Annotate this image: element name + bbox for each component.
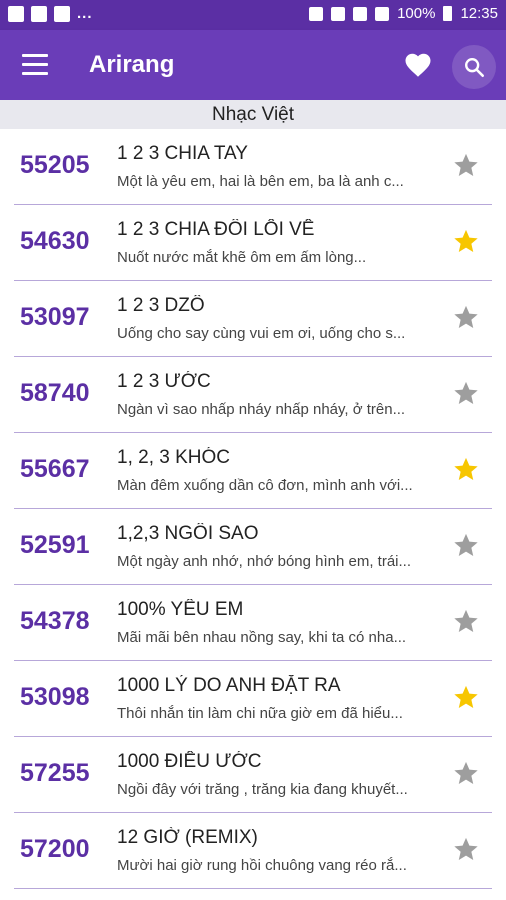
song-lyric-preview: Thôi nhắn tin làm chi nữa giờ em đã hiểu… <box>117 705 403 722</box>
favorite-star-icon[interactable] <box>452 759 480 787</box>
battery-icon <box>443 6 453 21</box>
wifi-icon <box>353 6 368 21</box>
battery-level: 100% <box>397 5 436 22</box>
search-icon <box>465 58 484 77</box>
song-title: 100% YÊU EM <box>117 599 244 620</box>
mute-icon <box>331 6 346 21</box>
status-bar: ... 100% 12:35 <box>0 0 506 30</box>
song-row[interactable]: 54630 1 2 3 CHIA ĐÔI LỐI VỀ Nuốt nước mắt … <box>0 205 506 281</box>
song-title: 1, 2, 3 KHÓC <box>117 447 230 468</box>
song-code: 54630 <box>20 227 90 255</box>
favorite-star-icon[interactable] <box>452 227 480 255</box>
song-lyric-preview: Màn đêm xuống dần cô đơn, mình anh với..… <box>117 477 413 494</box>
song-lyric-preview: Uống cho say cùng vui em ơi, uống cho s.… <box>117 325 406 342</box>
song-title: 1 2 3 ƯỚC <box>117 371 211 392</box>
song-row[interactable]: 55667 1, 2, 3 KHÓC Màn đêm xuống dần cô đơ… <box>0 433 506 509</box>
song-row[interactable]: 55205 1 2 3 CHIA TAY Một là yêu em, hai là… <box>0 129 506 205</box>
song-row[interactable]: 57200 12 GIỜ (REMIX) Mười hai giờ rung hồi… <box>0 813 506 889</box>
more-notifications: ... <box>77 5 93 22</box>
song-code: 53097 <box>20 303 90 331</box>
song-row[interactable]: 53097 1 2 3 DZÔ Uống cho say cùng vui em ơ… <box>0 281 506 357</box>
song-lyric-preview: Ngồi đây với trăng , trăng kia đang khuy… <box>117 781 408 798</box>
song-lyric-preview: Ngàn vì sao nhấp nháy nhấp nháy, ở trên.… <box>117 401 406 418</box>
song-lyric-preview: Mười hai giờ rung hồi chuông vang réo rắ… <box>117 857 407 874</box>
song-list: 55205 1 2 3 CHIA TAY Một là yêu em, hai là… <box>0 129 506 889</box>
song-row[interactable]: 57255 1000 ĐIỀU ƯỚC Ngồi đây với trăng , t… <box>0 737 506 813</box>
song-title: 1,2,3 NGÔI SAO <box>117 523 259 544</box>
song-title: 1000 LÝ DO ANH ĐẶT RA <box>117 675 341 696</box>
favorite-star-icon[interactable] <box>452 531 480 559</box>
message-icon <box>54 5 70 22</box>
song-lyric-preview: Nuốt nước mắt khẽ ôm em ấm lòng... <box>117 249 367 266</box>
favorite-star-icon[interactable] <box>452 151 480 179</box>
favorites-heart-icon[interactable] <box>403 50 433 80</box>
menu-icon[interactable] <box>22 54 48 76</box>
search-button[interactable] <box>452 45 496 89</box>
clock: 12:35 <box>460 5 498 22</box>
favorite-star-icon[interactable] <box>452 607 480 635</box>
song-lyric-preview: Mãi mãi bên nhau nồng say, khi ta có nha… <box>117 629 407 646</box>
app-title: Arirang <box>89 51 175 78</box>
signal-icon <box>375 6 390 21</box>
favorite-star-icon[interactable] <box>452 835 480 863</box>
song-code: 57255 <box>20 759 90 787</box>
lock-icon <box>309 6 324 21</box>
song-title: 1 2 3 CHIA ĐÔI LỐI VỀ <box>117 219 315 240</box>
song-code: 52591 <box>20 531 90 559</box>
song-title: 1 2 3 CHIA TAY <box>117 143 248 164</box>
song-code: 57200 <box>20 835 90 863</box>
favorite-star-icon[interactable] <box>452 379 480 407</box>
song-code: 53098 <box>20 683 90 711</box>
row-divider <box>14 888 492 889</box>
song-title: 1000 ĐIỀU ƯỚC <box>117 751 262 772</box>
song-title: 12 GIỜ (REMIX) <box>117 827 258 848</box>
song-row[interactable]: 52591 1,2,3 NGÔI SAO Một ngày anh nhớ, nhớ… <box>0 509 506 585</box>
song-lyric-preview: Một ngày anh nhớ, nhớ bóng hình em, trái… <box>117 553 412 570</box>
song-title: 1 2 3 DZÔ <box>117 295 205 316</box>
app-bar: Arirang <box>0 30 506 100</box>
song-row[interactable]: 53098 1000 LÝ DO ANH ĐẶT RA Thôi nhắn tin … <box>0 661 506 737</box>
song-lyric-preview: Một là yêu em, hai là bên em, ba là anh … <box>117 173 404 190</box>
song-code: 58740 <box>20 379 90 407</box>
song-code: 55205 <box>20 151 90 179</box>
song-row[interactable]: 54378 100% YÊU EM Mãi mãi bên nhau nồng sa… <box>0 585 506 661</box>
song-row[interactable]: 58740 1 2 3 ƯỚC Ngàn vì sao nhấp nháy nhấp… <box>0 357 506 433</box>
favorite-star-icon[interactable] <box>452 683 480 711</box>
song-code: 54378 <box>20 607 90 635</box>
favorite-star-icon[interactable] <box>452 455 480 483</box>
gallery-icon <box>8 5 24 22</box>
section-header: Nhạc Việt <box>0 100 506 129</box>
song-code: 55667 <box>20 455 90 483</box>
favorite-star-icon[interactable] <box>452 303 480 331</box>
email-icon <box>31 5 47 22</box>
